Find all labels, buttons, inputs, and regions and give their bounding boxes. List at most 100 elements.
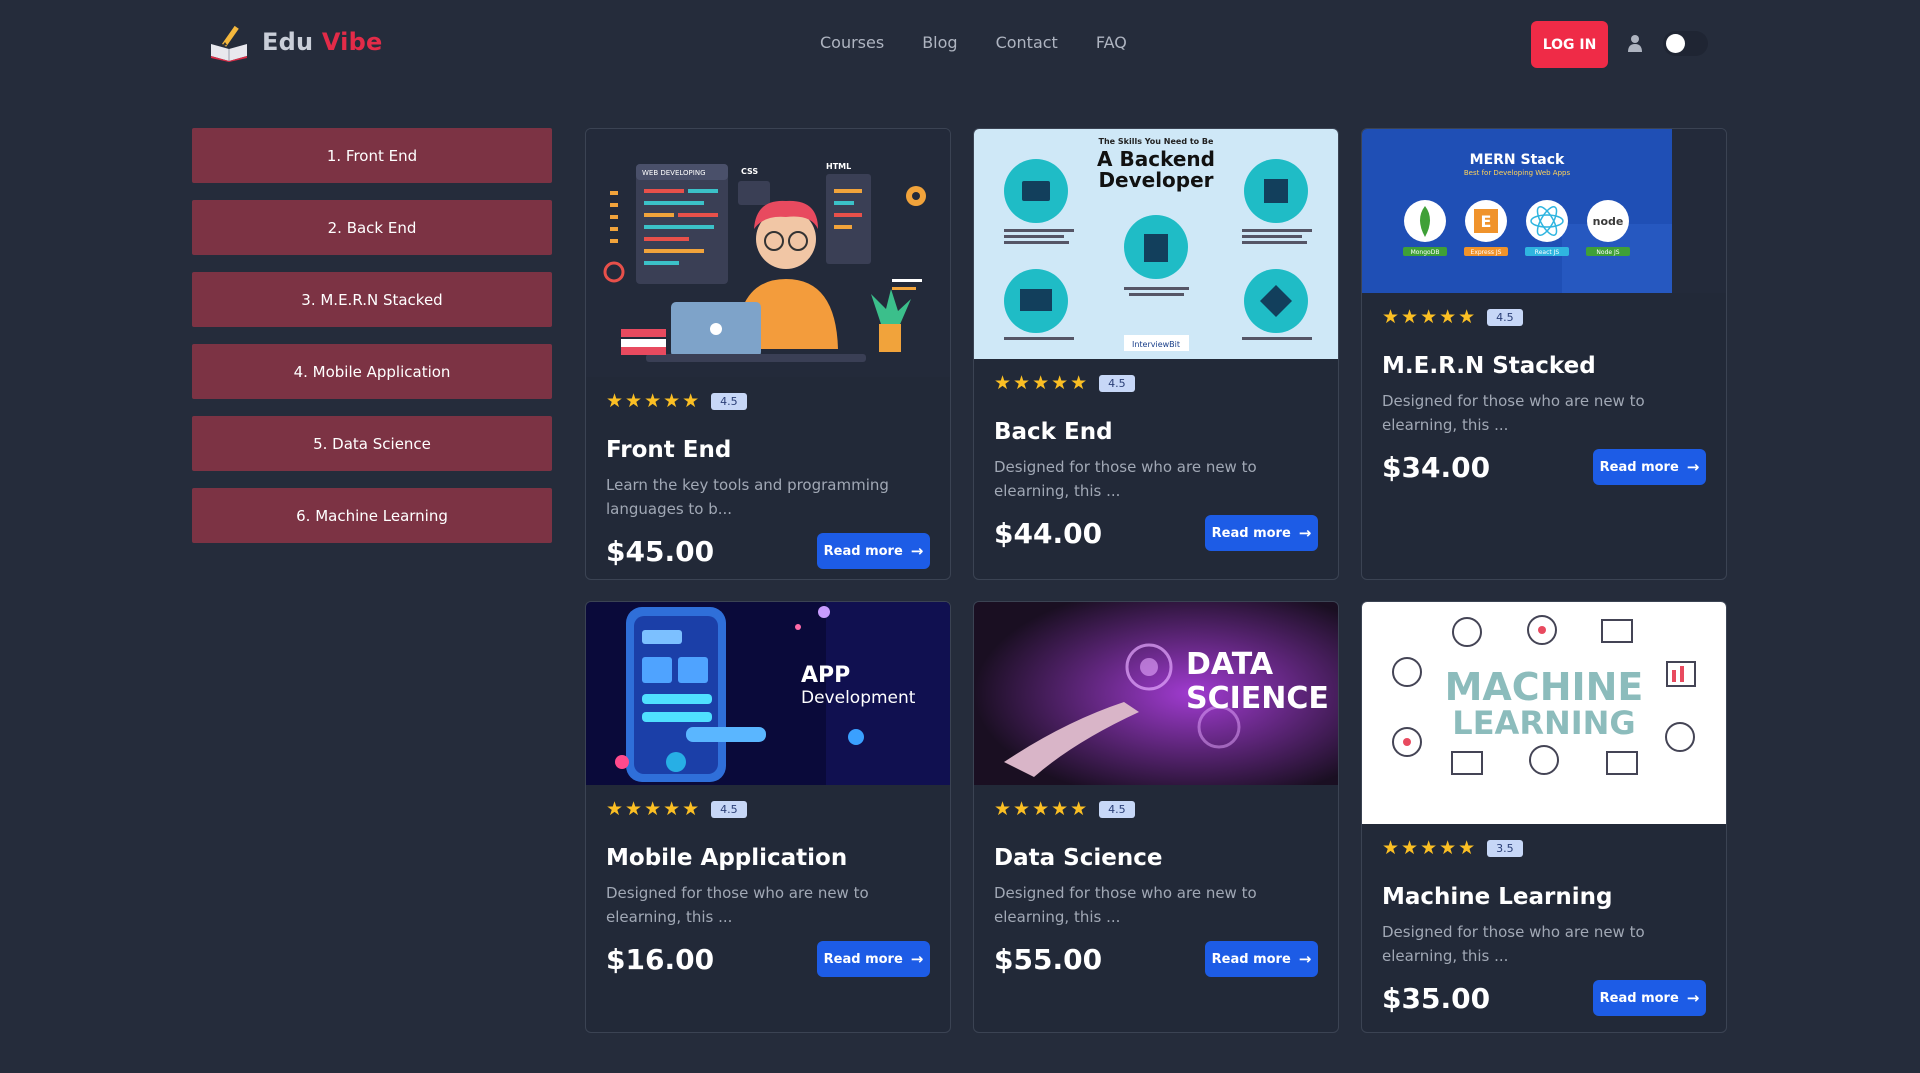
- rating-stars: ★★★★★: [994, 798, 1090, 820]
- brand-first-word: Edu: [262, 28, 314, 56]
- course-description: Designed for those who are new to elearn…: [994, 884, 1257, 926]
- course-description: Designed for those who are new to elearn…: [994, 458, 1257, 500]
- illustration-label: CSS: [741, 167, 758, 176]
- course-description: Designed for those who are new to elearn…: [606, 884, 869, 926]
- rating-stars: ★★★★★: [1382, 837, 1478, 859]
- course-description: Learn the key tools and programming lang…: [606, 476, 889, 518]
- sidebar-item-data-science[interactable]: 5. Data Science: [192, 416, 552, 471]
- read-more-button[interactable]: Read more →: [817, 941, 930, 977]
- read-more-button[interactable]: Read more →: [1205, 515, 1318, 551]
- read-more-label: Read more: [1211, 951, 1291, 967]
- course-description: Designed for those who are new to elearn…: [1382, 923, 1645, 965]
- course-title: Front End: [606, 437, 732, 463]
- sidebar-item-machine-learning[interactable]: 6. Machine Learning: [192, 488, 552, 543]
- sidebar-item-front-end[interactable]: 1. Front End: [192, 128, 552, 183]
- illustration-label: InterviewBit: [1132, 340, 1180, 349]
- brand-second-word: Vibe: [321, 28, 383, 56]
- data-science-banner: DATA SCIENCE: [974, 602, 1338, 785]
- rating-badge: 4.5: [1099, 374, 1135, 392]
- arrow-right-icon: →: [1298, 950, 1312, 968]
- nav-link-blog[interactable]: Blog: [922, 33, 957, 52]
- illustration-label: SCIENCE: [1186, 681, 1329, 716]
- course-title: Machine Learning: [1382, 884, 1613, 910]
- illustration-label: Best for Developing Web Apps: [1464, 169, 1571, 177]
- read-more-button[interactable]: Read more →: [1593, 449, 1706, 485]
- theme-toggle[interactable]: [1663, 31, 1708, 56]
- course-price: $55.00: [994, 942, 1103, 976]
- course-card-back-end: The Skills You Need to Be A Backend Deve…: [973, 128, 1339, 580]
- nav-links: Courses Blog Contact FAQ: [820, 33, 1165, 52]
- arrow-right-icon: →: [1686, 989, 1700, 1007]
- mern-stack-banner: MERN Stack Best for Developing Web Apps …: [1362, 129, 1726, 293]
- rating-badge: 4.5: [1099, 800, 1135, 818]
- user-icon[interactable]: [1627, 34, 1643, 52]
- arrow-right-icon: →: [1298, 524, 1312, 542]
- illustration-label: APP: [801, 663, 850, 688]
- course-title: M.E.R.N Stacked: [1382, 353, 1596, 379]
- sidebar-item-mern-stacked[interactable]: 3. M.E.R.N Stacked: [192, 272, 552, 327]
- course-price: $44.00: [994, 516, 1103, 550]
- rating-stars: ★★★★★: [606, 390, 702, 412]
- machine-learning-banner: MACHINE LEARNING: [1362, 602, 1726, 824]
- nav-link-contact[interactable]: Contact: [996, 33, 1058, 52]
- illustration-label: Node JS: [1596, 249, 1619, 256]
- read-more-label: Read more: [823, 543, 903, 559]
- book-pencil-icon: [211, 25, 247, 62]
- rating-badge: 3.5: [1487, 839, 1523, 857]
- illustration-label: LEARNING: [1452, 704, 1635, 742]
- svg-text:E: E: [1481, 212, 1492, 231]
- nav-link-courses[interactable]: Courses: [820, 33, 884, 52]
- rating-stars: ★★★★★: [1382, 306, 1478, 328]
- illustration-label: Developer: [1098, 168, 1213, 192]
- category-sidebar: 1. Front End 2. Back End 3. M.E.R.N Stac…: [192, 128, 552, 560]
- course-description: Designed for those who are new to elearn…: [1382, 392, 1645, 434]
- course-card-front-end: WEB DEVELOPING CSS HTML ★★★★★4.5 Front: [585, 128, 951, 580]
- login-button[interactable]: LOG IN: [1531, 21, 1608, 68]
- illustration-label: HTML: [826, 162, 851, 171]
- course-card-data-science: DATA SCIENCE ★★★★★ 4.5 Data Science Desig…: [973, 601, 1339, 1033]
- course-price: $35.00: [1382, 981, 1491, 1015]
- arrow-right-icon: →: [910, 950, 924, 968]
- rating-stars: ★★★★★: [606, 798, 702, 820]
- nav-link-faq[interactable]: FAQ: [1096, 33, 1127, 52]
- course-title: Mobile Application: [606, 845, 848, 871]
- front-end-illustration: WEB DEVELOPING CSS HTML: [586, 129, 950, 377]
- illustration-label: MERN Stack: [1470, 152, 1565, 168]
- course-price: $34.00: [1382, 450, 1491, 484]
- illustration-label: MACHINE: [1445, 665, 1644, 709]
- back-end-infographic: The Skills You Need to Be A Backend Deve…: [974, 129, 1338, 359]
- read-more-button[interactable]: Read more →: [1593, 980, 1706, 1016]
- illustration-label: The Skills You Need to Be: [1099, 137, 1215, 146]
- course-title: Data Science: [994, 845, 1163, 871]
- course-card-mobile-application: APP Development ★★★★★ 4.5 Mobile Applicat…: [585, 601, 951, 1033]
- illustration-label: MongoDB: [1411, 249, 1440, 256]
- course-price: $16.00: [606, 942, 715, 976]
- top-navbar: Edu Vibe Courses Blog Contact FAQ LOG IN: [0, 0, 1920, 90]
- read-more-button[interactable]: Read more →: [817, 533, 930, 569]
- course-title: Back End: [994, 419, 1113, 445]
- course-card-mern-stacked: MERN Stack Best for Developing Web Apps …: [1361, 128, 1727, 580]
- toggle-knob: [1666, 34, 1685, 53]
- svg-text:node: node: [1593, 215, 1624, 228]
- rating-badge: 4.5: [711, 800, 747, 818]
- course-card-machine-learning: MACHINE LEARNING ★★★★★ 3.5 Machine Learni…: [1361, 601, 1727, 1033]
- rating-stars: ★★★★★: [994, 372, 1090, 394]
- illustration-label: React JS: [1535, 249, 1560, 256]
- sidebar-item-mobile-application[interactable]: 4. Mobile Application: [192, 344, 552, 399]
- illustration-label: WEB DEVELOPING: [642, 169, 706, 177]
- rating-badge: 4.5: [711, 392, 747, 410]
- brand-logo[interactable]: Edu Vibe: [208, 22, 382, 62]
- read-more-button[interactable]: Read more →: [1205, 941, 1318, 977]
- sidebar-item-back-end[interactable]: 2. Back End: [192, 200, 552, 255]
- course-price: $45.00: [606, 534, 715, 568]
- read-more-label: Read more: [1599, 990, 1679, 1006]
- illustration-label: DATA: [1186, 647, 1274, 682]
- illustration-label: Development: [801, 688, 916, 708]
- read-more-label: Read more: [823, 951, 903, 967]
- arrow-right-icon: →: [1686, 458, 1700, 476]
- rating-badge: 4.5: [1487, 308, 1523, 326]
- mobile-app-banner: APP Development: [586, 602, 950, 785]
- read-more-label: Read more: [1211, 525, 1291, 541]
- arrow-right-icon: →: [910, 542, 924, 560]
- read-more-label: Read more: [1599, 459, 1679, 475]
